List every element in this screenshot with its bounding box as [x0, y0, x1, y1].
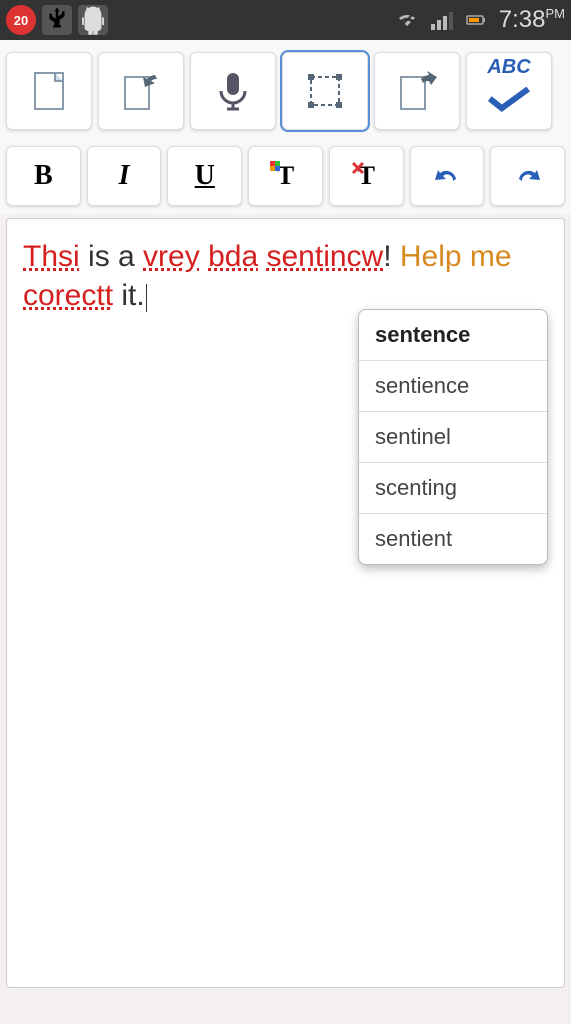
- import-button[interactable]: [98, 52, 184, 130]
- spellcheck-suggestion-popup: sentencesentiencesentinelscentingsentien…: [358, 309, 548, 565]
- wifi-off-icon: [393, 6, 421, 34]
- misspell-word[interactable]: bda: [208, 240, 258, 273]
- redo-button[interactable]: [490, 146, 565, 206]
- suggestion-item[interactable]: sentinel: [359, 412, 547, 463]
- misspell-word[interactable]: Thsi: [23, 240, 80, 273]
- status-bar: 20 7:38PM: [0, 0, 571, 40]
- underline-button[interactable]: U: [167, 146, 242, 206]
- voice-input-button[interactable]: [190, 52, 276, 130]
- text-segment[interactable]: !: [383, 240, 400, 273]
- suggestion-item[interactable]: scenting: [359, 463, 547, 514]
- clock-time: 7:38PM: [499, 6, 565, 34]
- suggestion-item[interactable]: sentient: [359, 514, 547, 564]
- document-area[interactable]: Thsi is a vrey bda sentincw! Help me cor…: [6, 218, 565, 988]
- new-document-button[interactable]: [6, 52, 92, 130]
- undo-button[interactable]: [410, 146, 485, 206]
- spellcheck-button[interactable]: ABC: [466, 52, 552, 130]
- bold-button[interactable]: B: [6, 146, 81, 206]
- export-button[interactable]: [374, 52, 460, 130]
- text-segment[interactable]: is a: [80, 240, 143, 273]
- main-toolbar: ABC: [0, 40, 571, 138]
- font-color-button[interactable]: T: [248, 146, 323, 206]
- text-segment[interactable]: it.: [113, 279, 145, 312]
- grammar-word[interactable]: Help me: [400, 240, 512, 273]
- italic-button[interactable]: I: [87, 146, 162, 206]
- suggestion-item[interactable]: sentience: [359, 361, 547, 412]
- text-cursor: [146, 284, 147, 312]
- document-text[interactable]: Thsi is a vrey bda sentincw! Help me cor…: [23, 237, 548, 315]
- android-icon: [78, 5, 108, 35]
- selection-mode-button[interactable]: [282, 52, 368, 130]
- text-segment[interactable]: [200, 240, 208, 273]
- battery-icon: [461, 6, 489, 34]
- clear-format-button[interactable]: T: [329, 146, 404, 206]
- format-toolbar: B I U T T: [0, 138, 571, 214]
- suggestion-item[interactable]: sentence: [359, 310, 547, 361]
- spellcheck-label: ABC: [487, 57, 530, 77]
- calendar-icon: 20: [6, 5, 36, 35]
- cell-signal-icon: [427, 6, 455, 34]
- misspell-word[interactable]: vrey: [143, 240, 200, 273]
- misspell-word[interactable]: sentincw: [266, 240, 383, 273]
- misspell-word[interactable]: corectt: [23, 279, 113, 312]
- usb-icon: [42, 5, 72, 35]
